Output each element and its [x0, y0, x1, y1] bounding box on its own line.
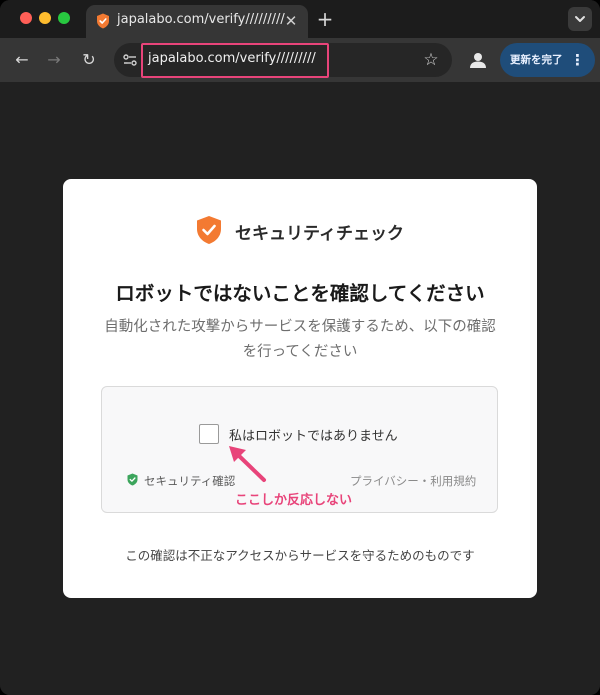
browser-tab[interactable]: japalabo.com/verify///////// ✕ — [86, 5, 308, 38]
update-button[interactable]: 更新を完了 ⋮ — [500, 43, 595, 77]
verify-label: セキュリティ確認 — [144, 474, 236, 488]
captcha-widget: 私はロボットではありません セキュリティ確認 プライバシー・利用規約 ここしか反… — [101, 386, 498, 513]
close-window-button[interactable] — [20, 12, 32, 24]
security-check-card: セキュリティチェック ロボットではないことを確認してください 自動化された攻撃か… — [63, 179, 537, 598]
close-icon[interactable]: ✕ — [282, 12, 300, 30]
more-vert-icon: ⋮ — [570, 51, 585, 69]
address-bar[interactable]: japalabo.com/verify///////// ☆ — [114, 43, 452, 78]
star-icon[interactable]: ☆ — [420, 49, 442, 71]
person-icon[interactable] — [467, 49, 489, 71]
back-button[interactable]: ← — [10, 48, 34, 72]
pink-arrow-icon — [229, 446, 266, 482]
card-footer: この確認は不正なアクセスからサービスを守るためのものです — [125, 548, 475, 563]
browser-toolbar: ← → ↻ japalabo.com/verify///////// ☆ 更新を… — [0, 38, 600, 82]
page-content: セキュリティチェック ロボットではないことを確認してください 自動化された攻撃か… — [0, 82, 600, 695]
update-button-label: 更新を完了 — [510, 54, 563, 66]
tab-strip: japalabo.com/verify///////// ✕ + — [0, 0, 600, 38]
chevron-down-icon — [575, 16, 585, 22]
card-description: 自動化された攻撃からサービスを保護するため、以下の確認を行ってください — [104, 319, 496, 360]
url-text[interactable]: japalabo.com/verify///////// — [148, 51, 316, 66]
tab-search-button[interactable] — [568, 7, 592, 31]
green-shield-check-icon — [127, 473, 138, 486]
privacy-terms-link[interactable]: プライバシー・利用規約 — [350, 473, 476, 489]
annotation-text: ここしか反応しない — [235, 493, 353, 508]
card-brand: セキュリティチェック — [235, 224, 404, 244]
tab-title: japalabo.com/verify///////// — [117, 12, 285, 27]
minimize-window-button[interactable] — [39, 12, 51, 24]
browser-window: japalabo.com/verify///////// ✕ + ← → ↻ j… — [0, 0, 600, 695]
reload-button[interactable]: ↻ — [77, 48, 101, 72]
page-title: ロボットではないことを確認してください — [115, 282, 485, 305]
checkbox-label: 私はロボットではありません — [229, 429, 398, 444]
orange-shield-icon — [97, 13, 109, 29]
orange-shield-check-icon — [197, 216, 221, 244]
tune-icon[interactable] — [122, 52, 138, 68]
not-robot-checkbox[interactable] — [199, 424, 219, 444]
zoom-window-button[interactable] — [58, 12, 70, 24]
forward-button[interactable]: → — [42, 48, 66, 72]
new-tab-button[interactable]: + — [314, 8, 336, 30]
